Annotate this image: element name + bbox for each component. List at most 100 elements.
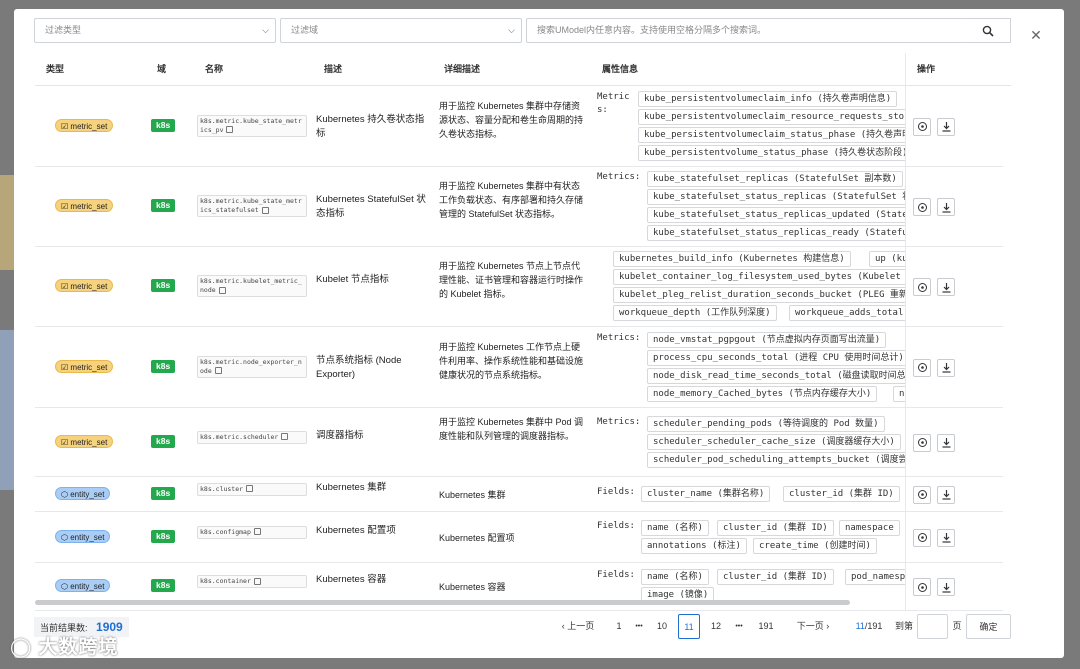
domain-cell: k8s — [151, 434, 176, 448]
attr-tag: kube_statefulset_status_replicas_ready (… — [647, 225, 907, 241]
download-button[interactable] — [937, 528, 955, 547]
goto-page-input[interactable] — [917, 614, 948, 639]
attr-tag: cluster_id (集群 ID) — [717, 519, 834, 536]
locate-button[interactable] — [913, 528, 931, 547]
locate-button[interactable] — [913, 117, 931, 136]
page-link[interactable]: 1 — [612, 614, 626, 639]
ops-cell — [905, 512, 1003, 563]
page-ellipsis[interactable]: ••• — [731, 614, 747, 639]
locate-button[interactable] — [913, 433, 931, 452]
copy-icon[interactable] — [218, 286, 226, 294]
detail-cell: Kubernetes 容器 — [439, 582, 506, 592]
table-row: ⬡ entity_set k8s k8s.cluster Kubernetes 集群 K… — [35, 477, 905, 512]
download-button[interactable] — [937, 278, 955, 296]
copy-icon[interactable] — [246, 485, 254, 492]
name-cell: k8s.metric.kube_state_metrics_pv — [197, 114, 307, 137]
download-icon — [942, 582, 950, 593]
attr-tag: scheduler_pod_scheduling_attempts_bucket… — [647, 451, 907, 468]
copy-icon[interactable] — [214, 367, 222, 374]
copy-icon[interactable] — [226, 126, 234, 133]
metric-set-icon: ☑ — [61, 282, 69, 291]
metric-name-text: k8s.metric.kube_state_metrics_pv — [200, 116, 302, 134]
target-icon — [917, 363, 927, 372]
copy-icon[interactable] — [253, 577, 261, 585]
metric-name-code: k8s.metric.scheduler — [197, 430, 307, 444]
ops-cell — [905, 327, 1003, 408]
metric-name-code: k8s.cluster — [197, 482, 307, 496]
target-icon — [917, 202, 927, 212]
column-header-attrs: 属性信息 — [602, 64, 639, 74]
target-icon — [917, 582, 927, 592]
download-button[interactable] — [937, 485, 955, 504]
confirm-button[interactable]: 确定 — [966, 614, 1011, 639]
locate-button[interactable] — [913, 578, 931, 596]
attr-tag: scheduler_scheduler_cache_size (调度器缓存大小) — [647, 433, 901, 450]
metric-set-icon: ☑ — [61, 202, 69, 211]
search-input[interactable]: 搜索UModel内任意内容。支持使用空格分隔多个搜索词。 — [526, 18, 967, 43]
domain-cell: k8s — [151, 359, 176, 373]
page-link[interactable]: 191 — [754, 614, 778, 639]
attrs-cell: Fields: cluster_name (集群名称) cluster_id (集群… — [597, 485, 907, 506]
download-button[interactable] — [937, 578, 955, 596]
copy-icon[interactable] — [261, 206, 269, 214]
page-link[interactable]: 10 — [652, 614, 672, 639]
page-link[interactable]: 12 — [706, 614, 726, 639]
attr-tag: kube_persistentvolumeclaim_status_phase … — [638, 126, 907, 143]
type-badge-label: metric_set — [70, 282, 108, 291]
download-icon — [942, 490, 950, 500]
attr-tag: process_cpu_seconds_total (进程 CPU 使用时间总计… — [647, 349, 907, 366]
table-row: ⬡ entity_set k8s k8s.configmap Kubernetes 配… — [35, 512, 905, 563]
attrs-label: Metrics: — [597, 172, 641, 182]
background-panel — [0, 175, 14, 270]
attrs-cell: Metrics: node_vmstat_pgpgout (节点虚拟内存页面写出流… — [597, 331, 907, 406]
locate-button[interactable] — [913, 358, 931, 377]
target-icon — [917, 438, 927, 447]
horizontal-scrollbar[interactable] — [35, 600, 850, 605]
attr-tag: kube_persistentvolumeclaim_resource_requ… — [638, 108, 907, 125]
locate-button[interactable] — [913, 198, 931, 216]
download-button[interactable] — [937, 117, 955, 136]
attr-tag: annotations (标注) — [641, 537, 747, 554]
goto-label: 到第 — [894, 621, 913, 631]
download-button[interactable] — [937, 433, 955, 452]
ops-cell — [905, 563, 1003, 611]
copy-icon[interactable] — [281, 433, 289, 440]
next-page-button[interactable]: 下一页 › — [787, 614, 839, 639]
name-cell: k8s.metric.kubelet_metric_node — [197, 275, 307, 297]
copy-icon[interactable] — [253, 528, 261, 535]
domain-cell: k8s — [151, 529, 176, 543]
close-icon[interactable]: ✕ — [1028, 27, 1044, 43]
download-button[interactable] — [937, 198, 955, 216]
metric-name-code: k8s.metric.node_exporter_node — [197, 355, 307, 378]
attrs-label: Fields: — [597, 520, 635, 531]
prev-page-button[interactable]: ‹ 上一页 — [554, 614, 602, 639]
type-cell: ⬡ entity_set — [55, 486, 111, 500]
metric-name-text: k8s.metric.scheduler — [200, 432, 279, 441]
type-filter-select[interactable]: 过滤类型 ⌵ — [34, 18, 276, 43]
page-link-current[interactable]: 11 — [678, 614, 700, 639]
attrs-label: Fields: — [597, 486, 635, 497]
page-ellipsis[interactable]: ••• — [631, 614, 647, 639]
metric-name-text: k8s.container — [200, 577, 251, 585]
locate-button[interactable] — [913, 485, 931, 504]
type-cell: ☑ metric_set — [55, 434, 114, 448]
attrs-cell: Metrics: kube_statefulset_replicas (State… — [597, 171, 907, 245]
locate-button[interactable] — [913, 278, 931, 296]
download-button[interactable] — [937, 358, 955, 377]
search-icon — [982, 25, 994, 37]
domain-filter-select[interactable]: 过滤域 ⌵ — [280, 18, 522, 43]
download-icon — [942, 438, 950, 448]
download-icon — [942, 533, 950, 543]
type-badge: ⬡ entity_set — [55, 486, 111, 500]
attrs-cell: Metrics: kube_persistentvolumeclaim_info … — [597, 90, 907, 165]
type-badge-label: metric_set — [70, 121, 108, 131]
attr-tag: workqueue_adds_total (工作队列添加总数) — [789, 305, 907, 321]
ops-cell — [905, 408, 1003, 477]
domain-badge: k8s — [151, 359, 176, 373]
detail-cell: 用于监控 Kubernetes 工作节点上硬件利用率、操作系统性能和基础设施健康… — [439, 341, 584, 380]
search-button[interactable] — [966, 18, 1011, 43]
desc-cell: 调度器指标 — [316, 429, 364, 441]
page-indicator-current: 11 — [855, 621, 865, 631]
metric-name-code: k8s.metric.kube_state_metrics_statefulse… — [197, 195, 307, 217]
chevron-down-icon: ⌵ — [262, 25, 269, 35]
